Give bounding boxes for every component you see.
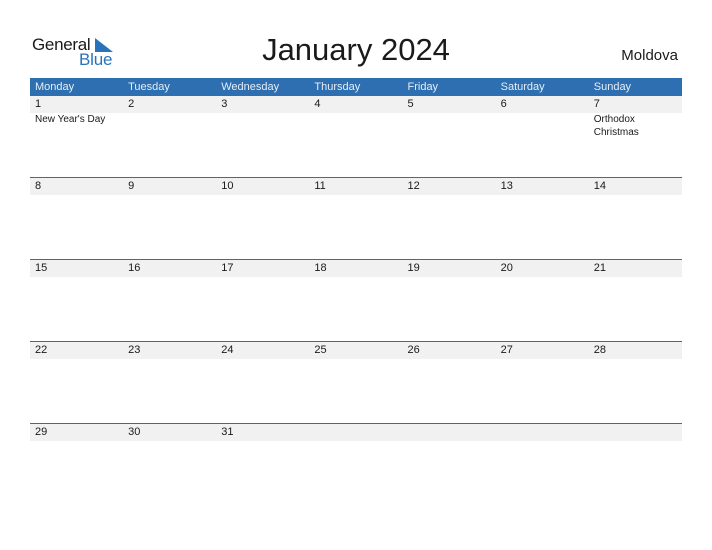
weekday-tuesday: Tuesday: [128, 81, 170, 93]
day-number: 24: [221, 344, 234, 356]
day-number: 22: [35, 344, 48, 356]
day-number: 1: [35, 98, 42, 110]
day-number: 18: [314, 262, 327, 274]
holiday-label: [403, 113, 496, 139]
holiday-label: New Year's Day: [35, 114, 106, 125]
holiday-label: [123, 113, 216, 139]
day-number: 12: [407, 180, 420, 192]
date-row: 15 16 17 18 19 20 21: [30, 260, 682, 277]
weekday-sunday: Sunday: [593, 81, 632, 93]
weekday-friday: Friday: [407, 81, 439, 93]
day-number: [403, 424, 496, 441]
day-number: 7: [593, 98, 600, 110]
weekday-wednesday: Wednesday: [221, 81, 280, 93]
weekday-header: Monday Tuesday Wednesday Thursday Friday…: [30, 78, 682, 96]
country-label: Moldova: [621, 47, 678, 64]
week-row: 22 23 24 25 26 27 28: [30, 341, 682, 423]
week-row: 15 16 17 18 19 20 21: [30, 259, 682, 341]
holiday-label: [216, 113, 309, 139]
events-row: New Year's Day Orthodox Christmas: [30, 113, 682, 139]
date-row: 1 2 3 4 5 6 7: [30, 96, 682, 113]
day-number: 14: [593, 180, 606, 192]
day-number: 17: [221, 262, 234, 274]
day-number: [589, 424, 682, 441]
holiday-label: [496, 113, 589, 139]
day-number: 28: [593, 344, 606, 356]
day-number: 8: [35, 180, 42, 192]
day-number: 5: [407, 98, 414, 110]
calendar-grid: Monday Tuesday Wednesday Thursday Friday…: [30, 78, 682, 505]
date-row: 22 23 24 25 26 27 28: [30, 342, 682, 359]
day-number: [309, 424, 402, 441]
day-number: 13: [500, 180, 513, 192]
day-number: [496, 424, 589, 441]
day-number: 25: [314, 344, 327, 356]
page-title: January 2024: [262, 32, 450, 67]
day-number: 31: [221, 426, 234, 438]
day-number: 29: [35, 426, 48, 438]
weekday-saturday: Saturday: [500, 81, 545, 93]
day-number: 10: [221, 180, 234, 192]
day-number: 27: [500, 344, 513, 356]
week-row: 8 9 10 11 12 13 14: [30, 177, 682, 259]
day-number: 21: [593, 262, 606, 274]
day-number: 9: [128, 180, 135, 192]
weekday-thursday: Thursday: [314, 81, 361, 93]
holiday-label: [309, 113, 402, 139]
week-row: 1 2 3 4 5 6 7 New Year's Day Orthodox Christmas: [30, 96, 682, 177]
holiday-label: Orthodox Christmas: [593, 114, 639, 138]
day-number: 15: [35, 262, 48, 274]
weekday-monday: Monday: [35, 81, 75, 93]
day-number: 19: [407, 262, 420, 274]
date-row: 8 9 10 11 12 13 14: [30, 178, 682, 195]
day-number: 16: [128, 262, 141, 274]
day-number: 4: [314, 98, 321, 110]
day-number: 30: [128, 426, 141, 438]
day-number: 11: [314, 180, 326, 192]
day-number: 23: [128, 344, 141, 356]
day-number: 6: [500, 98, 507, 110]
day-number: 20: [500, 262, 513, 274]
day-number: 26: [407, 344, 420, 356]
day-number: 2: [128, 98, 135, 110]
week-row: 29 30 31: [30, 423, 682, 505]
date-row: 29 30 31: [30, 424, 682, 441]
day-number: 3: [221, 98, 228, 110]
